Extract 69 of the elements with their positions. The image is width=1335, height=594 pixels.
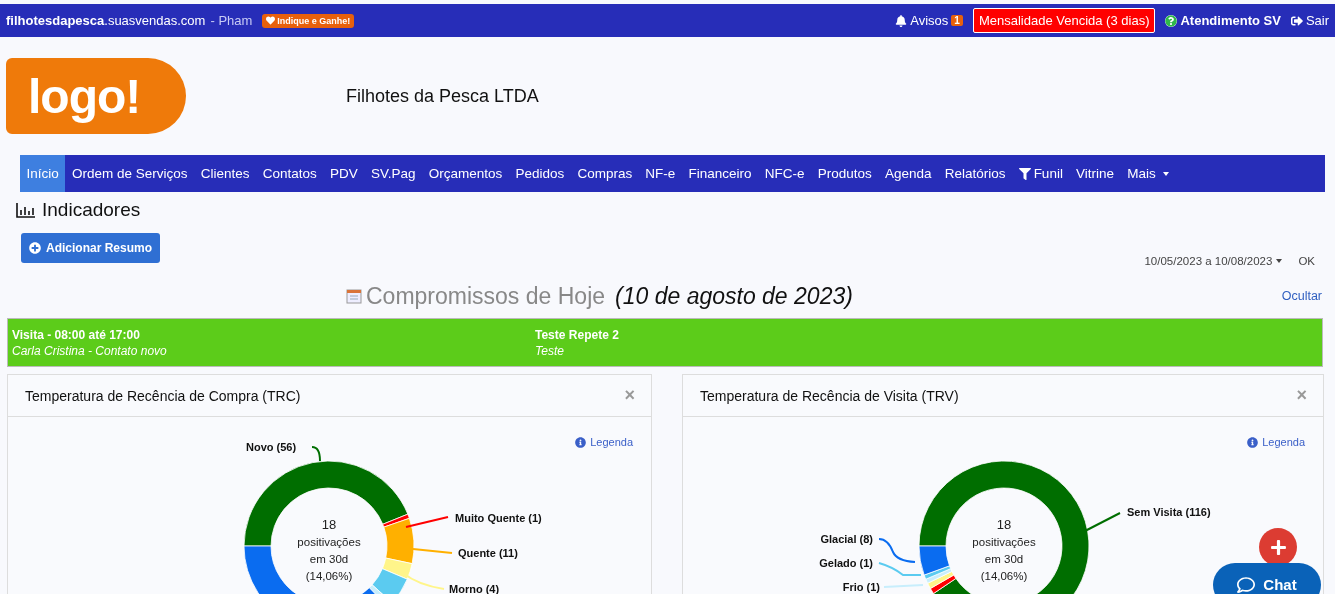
appointment-title: Teste Repete 2 (535, 327, 620, 342)
slice-label: Glacial (8) (820, 533, 873, 545)
company-name: Filhotes da Pesca LTDA (346, 85, 539, 107)
nav-tab[interactable]: Vitrine (1069, 155, 1121, 192)
nav-tab[interactable]: Relatórios (938, 155, 1013, 192)
chat-button[interactable]: Chat (1213, 563, 1321, 594)
slice-label: Sem Visita (116) (1127, 506, 1211, 518)
nav-tab[interactable]: Clientes (194, 155, 257, 192)
legend-link[interactable]: Legenda (1247, 436, 1305, 448)
slice-label: Muito Quente (1) (455, 512, 542, 524)
appointments-title: Compromissos de Hoje (366, 282, 606, 310)
nav-tab[interactable]: Financeiro (681, 155, 759, 192)
date-range-select[interactable]: 10/05/2023 a 10/08/2023 (1144, 255, 1283, 267)
appointment-subtitle: Teste (535, 343, 565, 358)
nav-tab[interactable]: Produtos (811, 155, 879, 192)
appointment-subtitle: Carla Cristina - Contato novo (12, 343, 168, 358)
logo: logo! (6, 58, 186, 134)
help-icon (1165, 14, 1178, 27)
logout-icon (1290, 14, 1303, 27)
calendar-icon (346, 288, 362, 304)
bell-icon (895, 14, 908, 27)
nav-tab[interactable]: Orçamentos (422, 155, 509, 192)
info-icon (1247, 436, 1259, 448)
add-summary-button[interactable]: Adicionar Resumo (21, 233, 161, 263)
support-link[interactable]: Atendimento SV (1165, 13, 1281, 28)
info-icon (575, 436, 587, 448)
plus-icon (1269, 538, 1287, 556)
nav-tab[interactable]: Ordem de Serviços (65, 155, 195, 192)
nav-tab[interactable]: Mais (1120, 155, 1176, 192)
user-name: - Pham (210, 13, 253, 28)
nav-tab[interactable]: PDV (323, 155, 365, 192)
page-title: Indicadores (16, 199, 141, 221)
card-title: Temperatura de Recência de Compra (TRC) (25, 387, 301, 404)
funnel-icon (1018, 167, 1031, 180)
nav-tab[interactable]: Início (20, 155, 66, 192)
appointments-date: (10 de agosto de 2023) (615, 282, 853, 310)
donut-center-text: em 30d (309, 553, 349, 565)
donut-center-text: 18 (996, 517, 1012, 532)
slice-label: Frio (1) (842, 581, 880, 593)
nav-tab[interactable]: Contatos (256, 155, 324, 192)
slice-label: Quente (11) (458, 547, 518, 559)
site-address: filhotesdapesca.suasvendas.com (6, 13, 206, 28)
nav-tab[interactable]: Agenda (878, 155, 939, 192)
donut-center-text: (14,06%) (980, 570, 1028, 582)
nav-tab[interactable]: Pedidos (508, 155, 571, 192)
donut-center-text: positivações (972, 536, 1036, 548)
nav-tab[interactable]: Funil (1012, 155, 1070, 192)
chat-bubble-icon (1237, 576, 1256, 594)
appointment-title: Visita - 08:00 até 17:00 (12, 327, 141, 342)
bar-chart-icon (16, 202, 36, 218)
donut-center-text: (14,06%) (305, 570, 353, 582)
legend-link[interactable]: Legenda (575, 436, 633, 448)
donut-center-text: em 30d (984, 553, 1024, 565)
nav-tab[interactable]: NF-e (638, 155, 682, 192)
overdue-notice-button[interactable]: Mensalidade Vencida (3 dias) (972, 8, 1156, 33)
card-title: Temperatura de Recência de Visita (TRV) (700, 387, 959, 404)
ok-link[interactable]: OK (1298, 255, 1315, 267)
logout-link[interactable]: Sair (1290, 13, 1329, 28)
nav-tab[interactable]: Compras (570, 155, 639, 192)
donut-center-text: positivações (297, 536, 361, 548)
donut-center-text: 18 (321, 517, 337, 532)
nav-tab[interactable]: NFC-e (758, 155, 812, 192)
alert-count: 1 (951, 15, 963, 26)
nav-tab[interactable]: SV.Pag (364, 155, 423, 192)
slice-label: Gelado (1) (819, 557, 873, 569)
hide-link[interactable]: Ocultar (1281, 289, 1322, 303)
caret-icon (1162, 171, 1169, 176)
slice-label: Novo (56) (246, 441, 297, 453)
alerts-link[interactable]: Avisos 1 (895, 13, 963, 28)
